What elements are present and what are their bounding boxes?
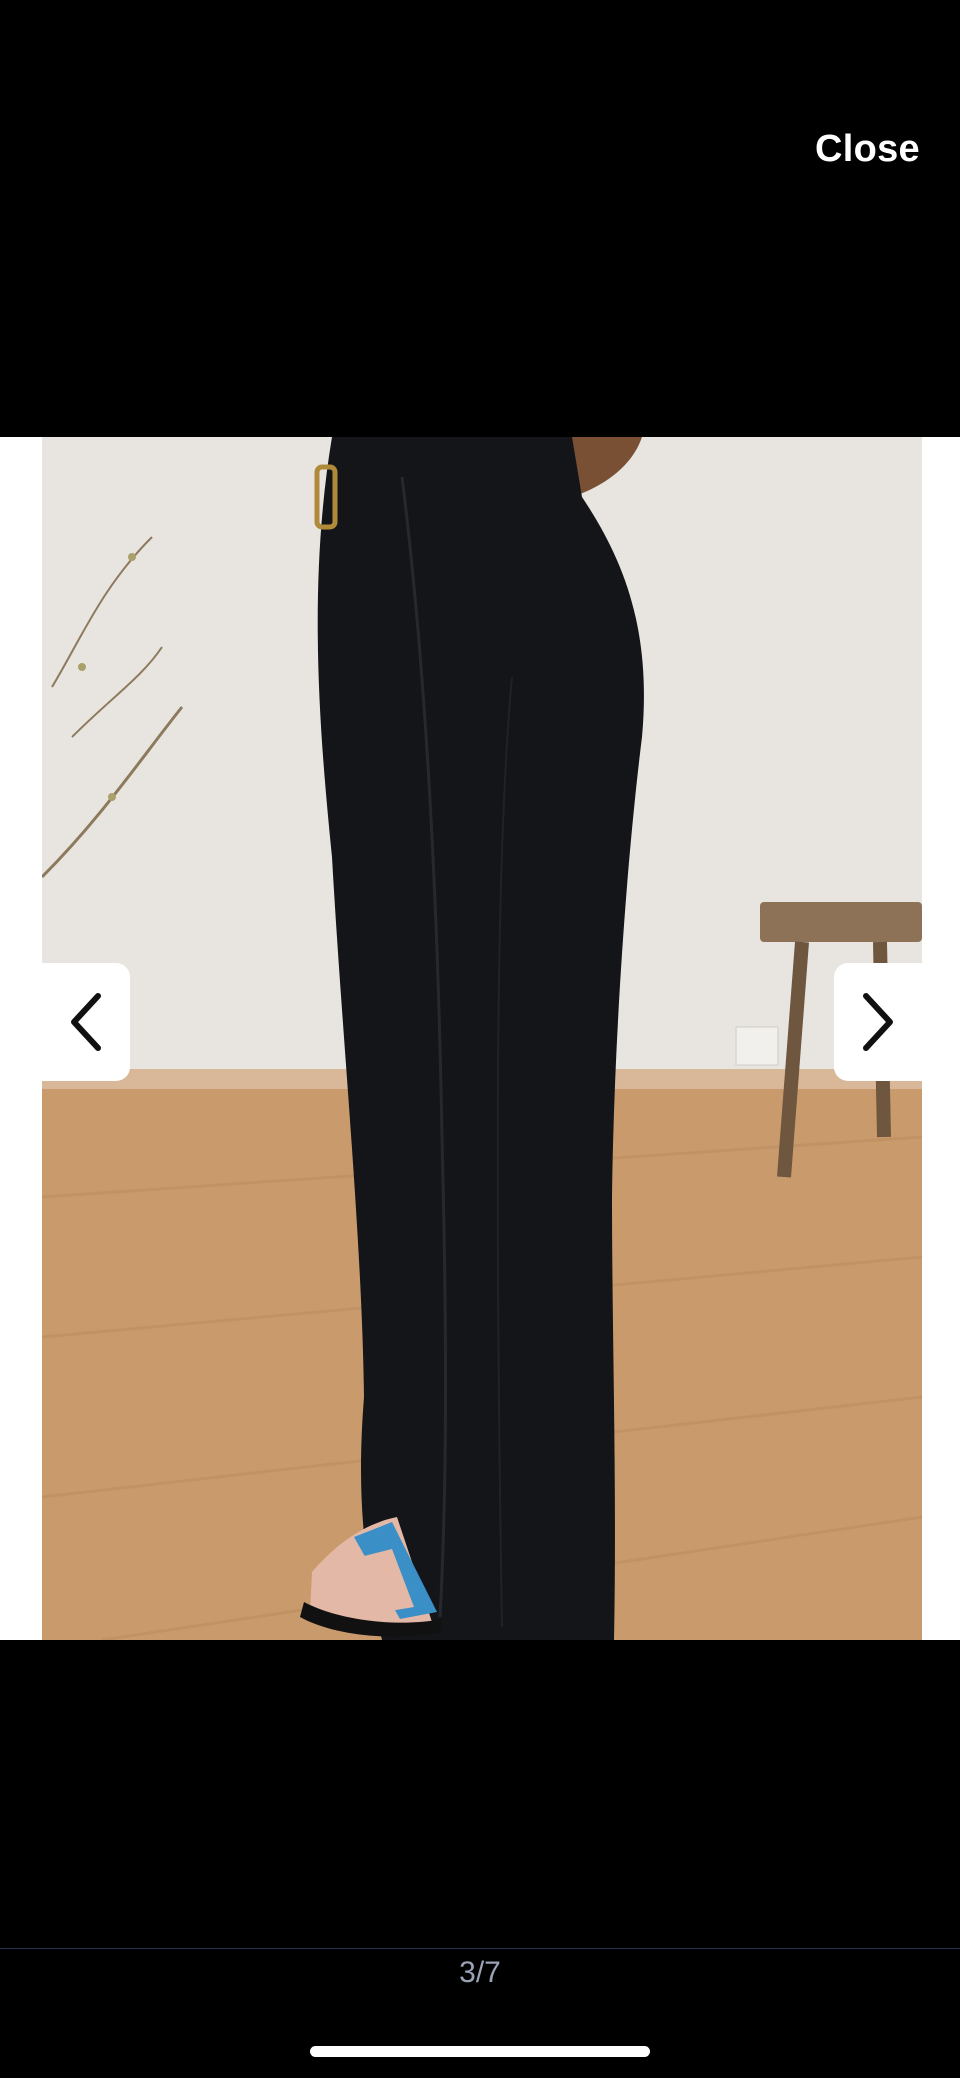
product-photo-illustration [42, 437, 922, 1640]
page-counter: 3/7 [459, 1956, 501, 1989]
close-button[interactable]: Close [815, 128, 920, 171]
next-image-button[interactable] [834, 963, 922, 1081]
product-photo[interactable] [42, 437, 922, 1640]
bottom-divider [0, 1948, 960, 1949]
chevron-left-icon [71, 993, 101, 1051]
home-indicator[interactable] [310, 2046, 650, 2057]
image-viewer: Close 3/7 [0, 0, 960, 2078]
previous-image-button[interactable] [42, 963, 130, 1081]
chevron-right-icon [863, 993, 893, 1051]
image-frame [0, 437, 960, 1640]
